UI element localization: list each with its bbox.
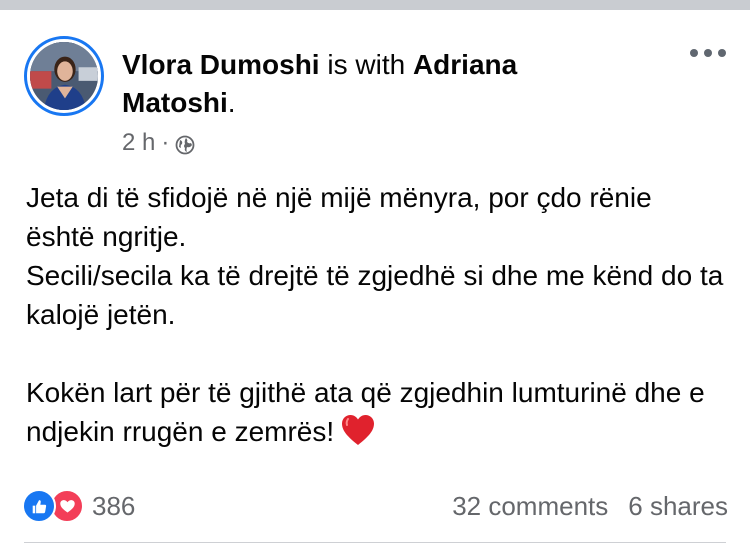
more-dot (704, 49, 712, 57)
post-timestamp[interactable]: 2 h (122, 128, 155, 158)
header-period: . (227, 87, 236, 118)
avatar[interactable] (24, 36, 104, 116)
more-dot (718, 49, 726, 57)
feed-post: Vlora Dumoshi is with Adriana Matoshi. 2… (0, 10, 750, 560)
stats-divider (24, 542, 726, 543)
reactions-summary[interactable]: 386 (22, 489, 135, 523)
with-text: is with (319, 49, 413, 80)
reaction-count: 386 (92, 490, 136, 521)
post-body-line: Secili/secila ka të drejtë të zgjedhë si… (26, 260, 724, 330)
feed-divider (0, 0, 750, 10)
like-icon (22, 489, 56, 523)
avatar-image (30, 42, 98, 110)
shares-count-link[interactable]: 6 shares (628, 491, 728, 522)
meta-dot: · (161, 129, 170, 156)
engagement-counts: 32 comments 6 shares (452, 491, 728, 522)
post-meta: 2 h · (122, 128, 195, 158)
more-options-icon[interactable] (690, 42, 726, 64)
globe-icon[interactable] (175, 133, 195, 155)
more-dot (690, 49, 698, 57)
post-body-line: Kokën lart për të gjithë ata që zgjedhin… (26, 373, 726, 451)
post-header-text: Vlora Dumoshi is with Adriana Matoshi. (122, 46, 622, 122)
comments-count-link[interactable]: 32 comments (452, 491, 608, 522)
post-body-line: Jeta di të sfidojë në një mijë mënyra, p… (26, 182, 652, 252)
author-name[interactable]: Vlora Dumoshi (122, 49, 320, 80)
heart-emoji-icon (340, 413, 376, 447)
post-stats: 386 32 comments 6 shares (22, 488, 728, 524)
post-body: Jeta di të sfidojë në një mijë mënyra, p… (26, 178, 726, 451)
